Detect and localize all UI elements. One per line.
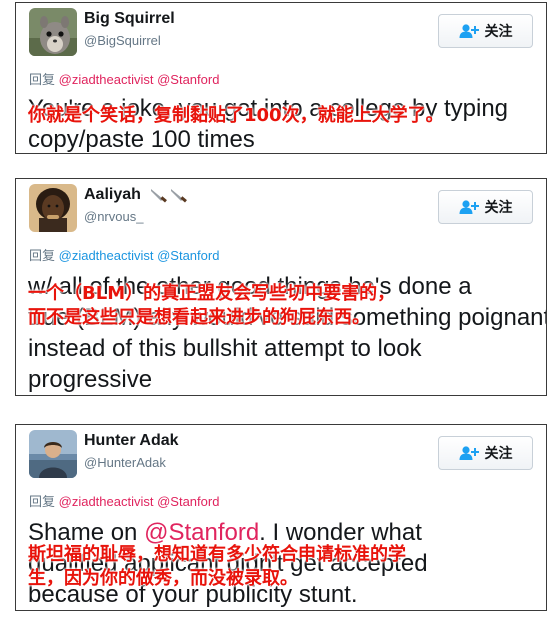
reply-mentions[interactable]: @ziadtheactivist @Stanford [59,494,220,509]
reply-prefix: 回复 [29,248,56,263]
knife-emoji-icon [151,188,188,203]
display-name[interactable]: Aaliyah [84,186,189,204]
person-avatar-icon [29,184,77,232]
reply-mentions[interactable]: @ziadtheactivist @Stanford [59,248,220,263]
tweet-text-prefix: Shame on [28,519,145,546]
reply-context: 回复 @ziadtheactivist @Stanford [29,69,219,88]
tweet-text-line: progressive [28,366,153,393]
reply-context: 回复 @ziadtheactivist @Stanford [29,491,219,510]
avatar[interactable] [29,184,77,232]
tweet-text-rest: . I wonder what [259,519,422,546]
translation-overlay: 斯坦福的耻辱，想知道有多少符合申请标准的学 生，因为你的做秀，而没被录取。 [28,543,542,591]
add-user-icon [459,24,479,38]
display-name[interactable]: Hunter Adak [84,432,179,450]
tweet-card: Aaliyah @nrvous_ 关注 回复 @ziadtheactivist … [15,178,547,396]
follow-label: 关注 [484,23,513,39]
tweet-card: Hunter Adak @HunterAdak 关注 回复 @ziadtheac… [15,424,547,611]
reply-context: 回复 @ziadtheactivist @Stanford [29,245,219,264]
reply-prefix: 回复 [29,494,56,509]
reply-mentions[interactable]: @ziadtheactivist @Stanford [59,72,220,87]
display-name[interactable]: Big Squirrel [84,10,175,28]
avatar[interactable] [29,430,77,478]
translation-line: 生，因为你的做秀，而没被录取。 [28,568,298,589]
display-name-text: Aaliyah [84,186,141,203]
user-handle[interactable]: @nrvous_ [84,209,143,224]
add-user-icon [459,446,479,460]
follow-button[interactable]: 关注 [438,14,533,48]
translation-overlay: 一个（BLM）的真正盟友会写些切中要害的， 而不是这些只是想看起来进步的狗屁东西… [28,282,542,330]
follow-label: 关注 [484,199,513,215]
tweet-mention-link[interactable]: @Stanford [144,519,259,546]
follow-button[interactable]: 关注 [438,436,533,470]
follow-button[interactable]: 关注 [438,190,533,224]
user-handle[interactable]: @BigSquirrel [84,33,161,48]
tweet-text-line: instead of this bullshit attempt to look [28,335,422,362]
add-user-icon [459,200,479,214]
user-handle[interactable]: @HunterAdak [84,455,166,470]
follow-label: 关注 [484,445,513,461]
translation-overlay: 你就是个笑话，复制黏贴了100次，就能上大学了。 [28,105,444,126]
translation-line: 而不是这些只是想看起来进步的狗屁东西。 [28,307,370,328]
squirrel-avatar-icon [29,8,77,56]
tweet-card: Big Squirrel @BigSquirrel 关注 回复 @ziadthe… [15,2,547,154]
translation-line: 斯坦福的耻辱，想知道有多少符合申请标准的学 [28,544,406,565]
tweet-text-line: copy/paste 100 times [28,126,255,153]
reply-prefix: 回复 [29,72,56,87]
avatar[interactable] [29,8,77,56]
translation-line: 一个（BLM）的真正盟友会写些切中要害的， [28,283,396,304]
person-avatar-icon [29,430,77,478]
